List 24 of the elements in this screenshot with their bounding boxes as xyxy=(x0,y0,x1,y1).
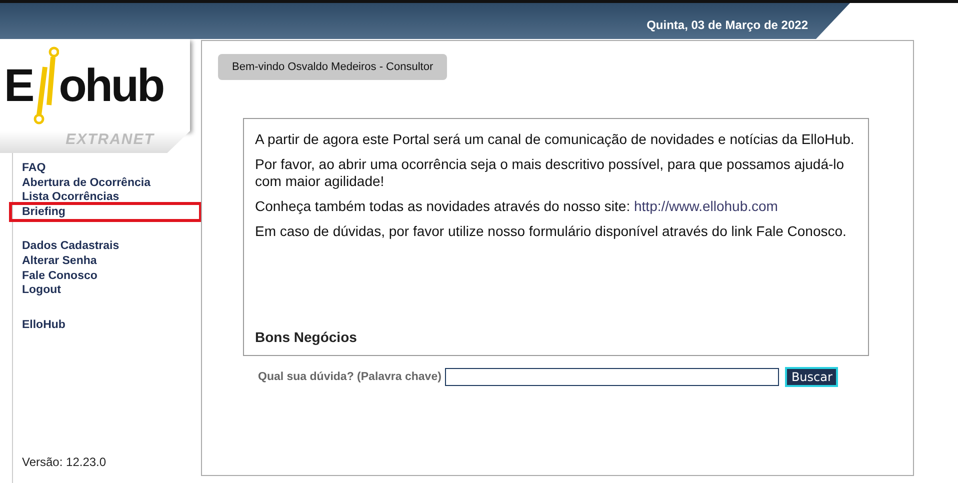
search-button[interactable]: Buscar xyxy=(785,367,838,387)
version-text: Versão: 12.23.0 xyxy=(22,455,108,469)
logo-bars-icon xyxy=(32,45,59,125)
closing-text: Bons Negócios xyxy=(255,329,358,345)
sidebar-link[interactable]: ElloHub xyxy=(22,318,201,332)
sidebar-link[interactable]: Logout xyxy=(22,283,201,298)
message-paragraph: Conheça também todas as novidades através do nosso site: http://www.ellohub.com xyxy=(255,198,779,215)
sidebar-link[interactable]: Briefing xyxy=(12,204,199,220)
header-date: Quinta, 03 de Março de 2022 xyxy=(646,18,808,32)
sidebar-link[interactable]: Lista Ocorrências xyxy=(22,190,201,205)
logo-tagline: EXTRANET xyxy=(66,131,154,150)
site-link[interactable]: http://www.ellohub.com xyxy=(634,198,778,214)
logo-text: ohub xyxy=(58,58,164,112)
message-paragraph: Por favor, ao abrir uma ocorrência seja o mais descritivo possível, para que possamos ajudá-lo com maior agilidade! xyxy=(255,156,846,190)
sidebar-link[interactable]: Dados Cadastrais xyxy=(22,239,201,254)
sidebar-link[interactable]: Abertura de Ocorrência xyxy=(22,176,201,190)
message-paragraph: A partir de agora este Portal será um canal de comunicação de novidades e notícias da ElloHub. xyxy=(255,131,856,148)
message-paragraph: Em caso de dúvidas, por favor utilize nosso formulário disponível através do link Fale Conosco. xyxy=(255,223,848,240)
sidebar-link[interactable]: Alterar Senha xyxy=(22,254,201,269)
sidebar-link[interactable]: Fale Conosco xyxy=(22,268,201,284)
logo-text: E xyxy=(4,58,33,112)
search-label: Qual sua dúvida? (Palavra chave) xyxy=(258,371,442,383)
search-field[interactable] xyxy=(445,368,780,386)
sidebar-link[interactable]: FAQ xyxy=(22,161,201,176)
